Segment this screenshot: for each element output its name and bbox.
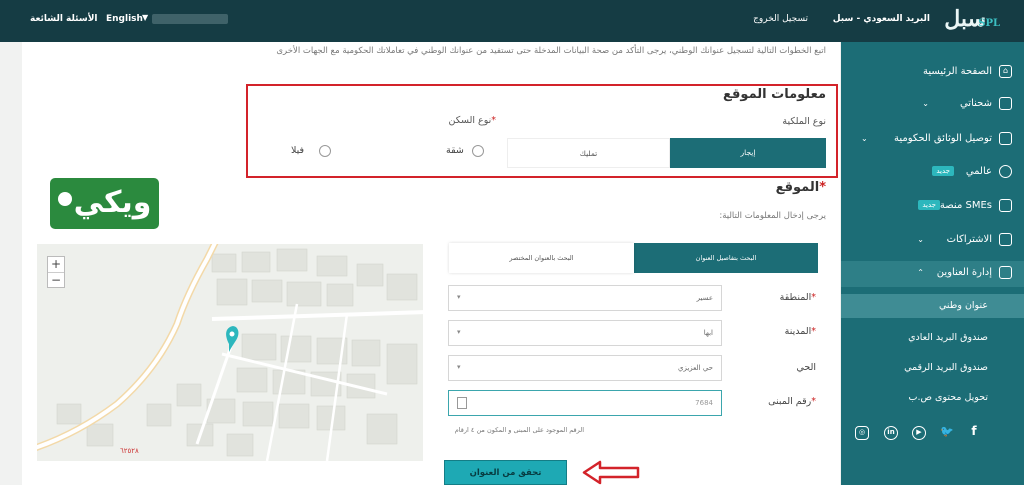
dropdown-arrow-icon: ▾ [457, 328, 461, 336]
youtube-icon[interactable]: ▶ [912, 426, 926, 440]
home-icon: ⌂ [999, 65, 1012, 78]
sidebar-item-label: منصة SMEs [939, 200, 992, 211]
facebook-icon[interactable]: f [967, 425, 981, 440]
location-hint: يرجى إدخال المعلومات التالية: [719, 211, 826, 221]
sidebar: ⌂ الصفحة الرئيسية شحناتي ⌄ توصيل الوثائق… [841, 42, 1024, 485]
sidebar-item-subscriptions[interactable]: الاشتراكات ⌄ [841, 228, 1024, 254]
box-icon [999, 132, 1012, 145]
tab-address-details[interactable]: البحث بتفاصيل العنوان [634, 243, 818, 273]
sidebar-item-address-management[interactable]: إدارة العناوين ⌃ [841, 261, 1024, 287]
housing-villa-radio[interactable] [319, 145, 331, 157]
housing-villa-label: فيلا [291, 145, 305, 156]
top-bar: سبل SPL البريد السعودي - سبل تسجيل الخرو… [0, 0, 1024, 42]
linkedin-icon[interactable]: in [884, 426, 898, 440]
sidebar-item-gov-docs[interactable]: توصيل الوثائق الحكومية ⌄ [841, 127, 1024, 153]
sidebar-item-label: الاشتراكات [946, 234, 992, 245]
city-select[interactable]: ابها ▾ [448, 320, 722, 346]
region-select[interactable]: عسير ▾ [448, 285, 722, 311]
twitter-icon[interactable]: 🐦 [940, 426, 954, 440]
user-icon [999, 266, 1012, 279]
sidebar-sub-label: تحويل محتوى ص.ب [908, 392, 988, 403]
sidebar-sub-transfer[interactable]: تحويل محتوى ص.ب [841, 386, 1024, 410]
building-icon [457, 397, 467, 409]
box-icon [999, 233, 1012, 246]
instagram-icon[interactable]: ◎ [855, 426, 869, 440]
box-icon [999, 199, 1012, 212]
chevron-down-icon: ⌄ [861, 134, 868, 143]
user-menu-caret-icon[interactable]: ▼ [142, 13, 148, 22]
sidebar-item-home[interactable]: ⌂ الصفحة الرئيسية [841, 60, 1024, 86]
spl-logo[interactable]: سبل SPL [944, 6, 1000, 32]
new-badge: جديد [918, 200, 940, 210]
chevron-down-icon: ⌄ [922, 99, 929, 108]
map-label: ٦٢٥٢٨ [120, 447, 139, 455]
sidebar-item-label: عالمي [965, 166, 992, 177]
zoom-out-button[interactable]: − [48, 273, 64, 288]
box-icon [999, 97, 1012, 110]
logo-small-text: SPL [978, 18, 1000, 29]
faq-link[interactable]: الأسئلة الشائعة [30, 14, 98, 24]
sidebar-item-label: الصفحة الرئيسية [923, 66, 992, 77]
region-value: عسير [696, 294, 713, 302]
ownership-own-option[interactable]: تمليك [507, 138, 670, 168]
housing-label: *نوع السكن [448, 115, 496, 126]
verify-address-button[interactable]: تحقق من العنوان [444, 460, 567, 485]
tab-short-address[interactable]: البحث بالعنوان المختصر [449, 243, 634, 273]
user-name-redacted[interactable] [152, 14, 228, 24]
logout-link[interactable]: تسجيل الخروج [753, 14, 808, 24]
region-label: *المنطقة [779, 292, 816, 303]
intro-text: اتبع الخطوات التالية لتسجيل عنوانك الوطن… [276, 46, 826, 56]
location-map[interactable] [37, 244, 423, 461]
language-switch[interactable]: English [106, 14, 143, 24]
building-number-label: *رقم المبنى [768, 396, 816, 407]
dropdown-arrow-icon: ▾ [457, 363, 461, 371]
ownership-rent-option[interactable]: إيجار [670, 138, 826, 168]
building-number-input[interactable]: 7684 [448, 390, 722, 416]
sidebar-item-smes[interactable]: منصة SMEs جديد [841, 194, 1024, 220]
site-info-title: معلومات الموقع [723, 87, 826, 102]
sidebar-sub-label: صندوق البريد الرقمي [904, 362, 988, 373]
zoom-in-button[interactable]: + [48, 257, 64, 272]
district-label: الحي [796, 362, 816, 373]
arrow-left-icon [582, 460, 640, 485]
chevron-down-icon: ⌄ [917, 235, 924, 244]
city-value: ابها [703, 329, 713, 337]
district-select[interactable]: حي العزيزي ▾ [448, 355, 722, 381]
location-title: *الموقع [775, 180, 826, 195]
watermark-text: ويكي [73, 185, 152, 220]
chevron-up-icon: ⌃ [917, 268, 924, 277]
sidebar-item-label: توصيل الوثائق الحكومية [893, 133, 992, 144]
map-zoom-control: + − [47, 256, 65, 288]
building-hint: الرقم الموجود على المبنى و المكون من ٤ ا… [454, 426, 584, 434]
building-number-value: 7684 [695, 399, 713, 407]
watermark-dot-icon [57, 192, 72, 206]
city-label: *المدينة [784, 326, 816, 337]
sidebar-item-label: إدارة العناوين [936, 267, 992, 278]
sidebar-item-shipments[interactable]: شحناتي ⌄ [841, 92, 1024, 118]
district-value: حي العزيزي [678, 364, 713, 372]
sidebar-sub-national-address[interactable]: عنوان وطني [841, 294, 1024, 318]
sidebar-sub-label: عنوان وطني [938, 300, 988, 311]
sidebar-sub-label: صندوق البريد العادي [908, 332, 988, 343]
globe-icon [999, 165, 1012, 178]
social-links: ◎ in ▶ 🐦 f [855, 425, 1005, 442]
housing-apartment-radio[interactable] [472, 145, 484, 157]
new-badge: جديد [932, 166, 954, 176]
sidebar-item-label: شحناتي [959, 98, 992, 109]
sidebar-sub-digital-box[interactable]: صندوق البريد الرقمي [841, 356, 1024, 380]
housing-apartment-label: شقة [446, 145, 464, 156]
ownership-label: نوع الملكية [782, 116, 826, 127]
map-canvas [37, 244, 423, 461]
dropdown-arrow-icon: ▾ [457, 293, 461, 301]
sidebar-sub-po-box[interactable]: صندوق البريد العادي [841, 326, 1024, 350]
brand-name: البريد السعودي - سبل [832, 14, 930, 24]
wiki-watermark-logo: ويكي [50, 178, 159, 229]
sidebar-item-global[interactable]: عالمي جديد [841, 160, 1024, 186]
